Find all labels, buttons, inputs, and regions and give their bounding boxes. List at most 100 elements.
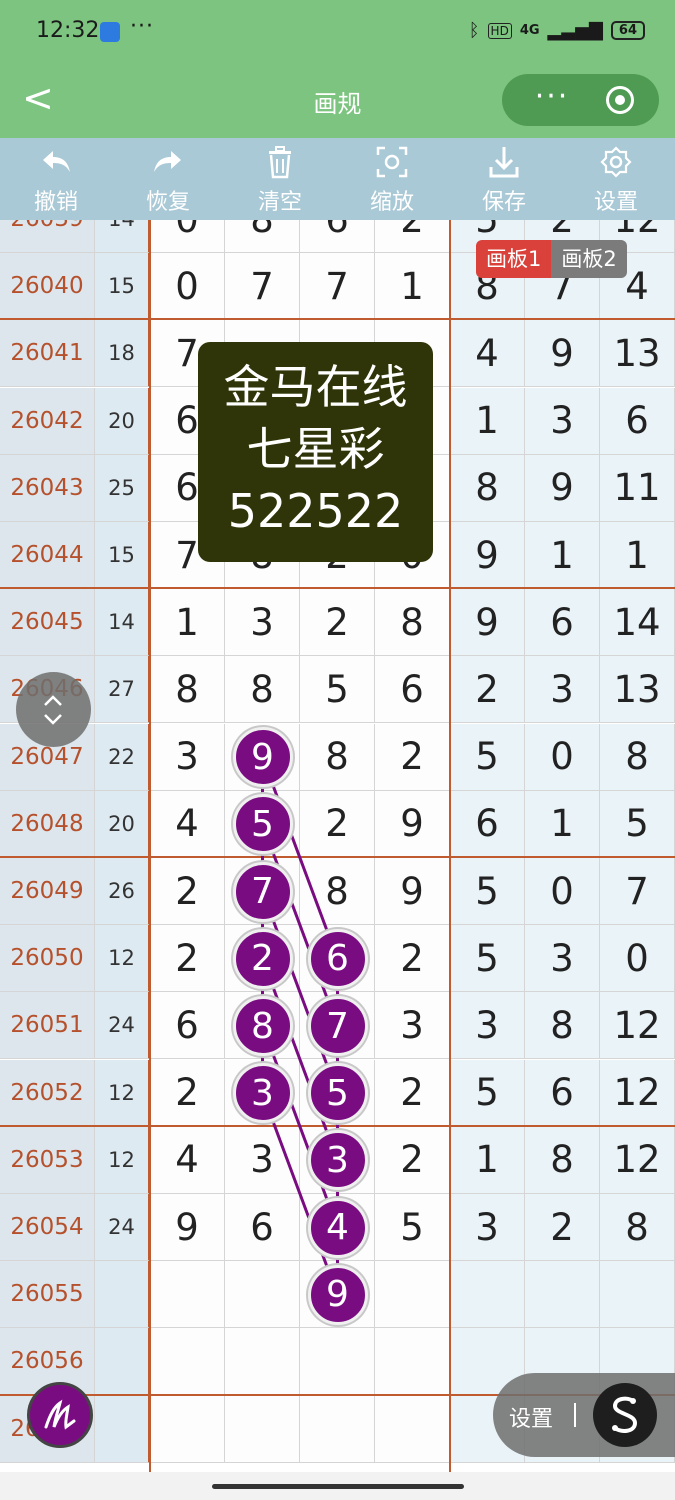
digit-cell[interactable]: 2: [375, 723, 450, 791]
extra-cell[interactable]: 3: [525, 656, 600, 724]
draw-tool-button[interactable]: [27, 1382, 93, 1448]
extra-cell[interactable]: [450, 1261, 525, 1329]
extra-cell[interactable]: 6: [450, 790, 525, 858]
more-button[interactable]: ···: [522, 80, 582, 114]
marker-circle[interactable]: 3: [307, 1130, 368, 1191]
extra-cell[interactable]: 5: [450, 723, 525, 791]
extra-cell[interactable]: 2: [525, 1194, 600, 1261]
marker-circle[interactable]: 8: [232, 996, 293, 1056]
digit-cell[interactable]: 2: [300, 790, 375, 858]
digit-cell[interactable]: [225, 1395, 300, 1463]
s-menu-button[interactable]: [593, 1383, 657, 1447]
extra-cell[interactable]: 12: [600, 1059, 675, 1127]
extra-cell[interactable]: 12: [600, 992, 675, 1060]
digit-cell[interactable]: 0: [150, 253, 225, 321]
extra-cell[interactable]: 8: [450, 454, 525, 522]
extra-cell[interactable]: 3: [450, 992, 525, 1060]
digit-cell[interactable]: 3: [225, 589, 300, 657]
marker-circle[interactable]: 7: [307, 996, 368, 1056]
extra-cell[interactable]: 1: [450, 1126, 525, 1194]
scroll-toggle-button[interactable]: [16, 672, 91, 747]
extra-cell[interactable]: 6: [600, 387, 675, 455]
settings-button[interactable]: 设置: [560, 144, 672, 220]
digit-cell[interactable]: 4: [150, 790, 225, 858]
digit-cell[interactable]: 2: [375, 925, 450, 993]
digit-cell[interactable]: 2: [375, 220, 450, 253]
digit-cell[interactable]: [150, 1328, 225, 1396]
digit-cell[interactable]: 2: [150, 858, 225, 925]
digit-cell[interactable]: 7: [300, 253, 375, 321]
clear-button[interactable]: 清空: [224, 144, 336, 220]
digit-cell[interactable]: 3: [225, 1126, 300, 1194]
extra-cell[interactable]: 0: [525, 723, 600, 791]
digit-cell[interactable]: 2: [150, 925, 225, 993]
extra-cell[interactable]: 6: [525, 589, 600, 657]
digit-cell[interactable]: 5: [300, 656, 375, 724]
marker-circle[interactable]: 2: [232, 928, 293, 989]
digit-cell[interactable]: [300, 1395, 375, 1463]
extra-cell[interactable]: 9: [525, 454, 600, 522]
extra-cell[interactable]: 9: [525, 320, 600, 388]
extra-cell[interactable]: 13: [600, 656, 675, 724]
undo-button[interactable]: 撤销: [0, 144, 112, 220]
extra-cell[interactable]: 0: [525, 858, 600, 925]
digit-cell[interactable]: 2: [150, 1059, 225, 1127]
digit-cell[interactable]: 5: [375, 1194, 450, 1261]
marker-circle[interactable]: 9: [232, 727, 293, 788]
digit-cell[interactable]: 9: [375, 790, 450, 858]
extra-cell[interactable]: 9: [450, 589, 525, 657]
digit-cell[interactable]: 8: [300, 723, 375, 791]
digit-cell[interactable]: [375, 1328, 450, 1396]
extra-cell[interactable]: 4: [450, 320, 525, 388]
home-bar[interactable]: [212, 1484, 464, 1489]
marker-circle[interactable]: 7: [232, 861, 293, 922]
marker-circle[interactable]: 5: [307, 1063, 368, 1124]
digit-cell[interactable]: 7: [225, 253, 300, 321]
digit-cell[interactable]: 6: [225, 1194, 300, 1261]
extra-cell[interactable]: 5: [600, 790, 675, 858]
digit-cell[interactable]: 9: [150, 1194, 225, 1261]
digit-cell[interactable]: 1: [150, 589, 225, 657]
marker-circle[interactable]: 3: [232, 1063, 293, 1124]
digit-cell[interactable]: 8: [300, 858, 375, 925]
extra-cell[interactable]: 13: [600, 320, 675, 388]
marker-circle[interactable]: 5: [232, 794, 293, 855]
extra-cell[interactable]: 1: [525, 790, 600, 858]
extra-cell[interactable]: 1: [450, 387, 525, 455]
extra-cell[interactable]: 8: [600, 1194, 675, 1261]
digit-cell[interactable]: 2: [375, 1059, 450, 1127]
extra-cell[interactable]: 3: [525, 387, 600, 455]
digit-cell[interactable]: 8: [150, 656, 225, 724]
redo-button[interactable]: 恢复: [112, 144, 224, 220]
extra-cell[interactable]: [525, 1261, 600, 1329]
digit-cell[interactable]: [150, 1395, 225, 1463]
extra-cell[interactable]: 8: [525, 1126, 600, 1194]
board-1-tab[interactable]: 画板1: [476, 240, 552, 278]
extra-cell[interactable]: 12: [600, 1126, 675, 1194]
digit-cell[interactable]: [225, 1328, 300, 1396]
extra-cell[interactable]: 5: [450, 858, 525, 925]
extra-cell[interactable]: 11: [600, 454, 675, 522]
extra-cell[interactable]: 3: [450, 1194, 525, 1261]
extra-cell[interactable]: 2: [450, 656, 525, 724]
extra-cell[interactable]: 6: [525, 1059, 600, 1127]
extra-cell[interactable]: 1: [525, 522, 600, 589]
save-button[interactable]: 保存: [448, 144, 560, 220]
extra-cell[interactable]: 7: [600, 858, 675, 925]
marker-circle[interactable]: 4: [307, 1197, 368, 1258]
digit-cell[interactable]: [375, 1395, 450, 1463]
extra-cell[interactable]: 8: [600, 723, 675, 791]
floating-settings-label[interactable]: 设置: [509, 1401, 553, 1433]
digit-cell[interactable]: 3: [375, 992, 450, 1060]
close-target-icon[interactable]: [606, 86, 634, 114]
digit-cell[interactable]: 4: [150, 1126, 225, 1194]
digit-cell[interactable]: 6: [150, 992, 225, 1060]
zoom-button[interactable]: 缩放: [336, 144, 448, 220]
digit-cell[interactable]: 8: [225, 656, 300, 724]
extra-cell[interactable]: 5: [450, 1059, 525, 1127]
extra-cell[interactable]: 8: [525, 992, 600, 1060]
digit-cell[interactable]: [225, 1261, 300, 1329]
digit-cell[interactable]: 8: [375, 589, 450, 657]
digit-cell[interactable]: 3: [150, 723, 225, 791]
digit-cell[interactable]: 6: [300, 220, 375, 253]
